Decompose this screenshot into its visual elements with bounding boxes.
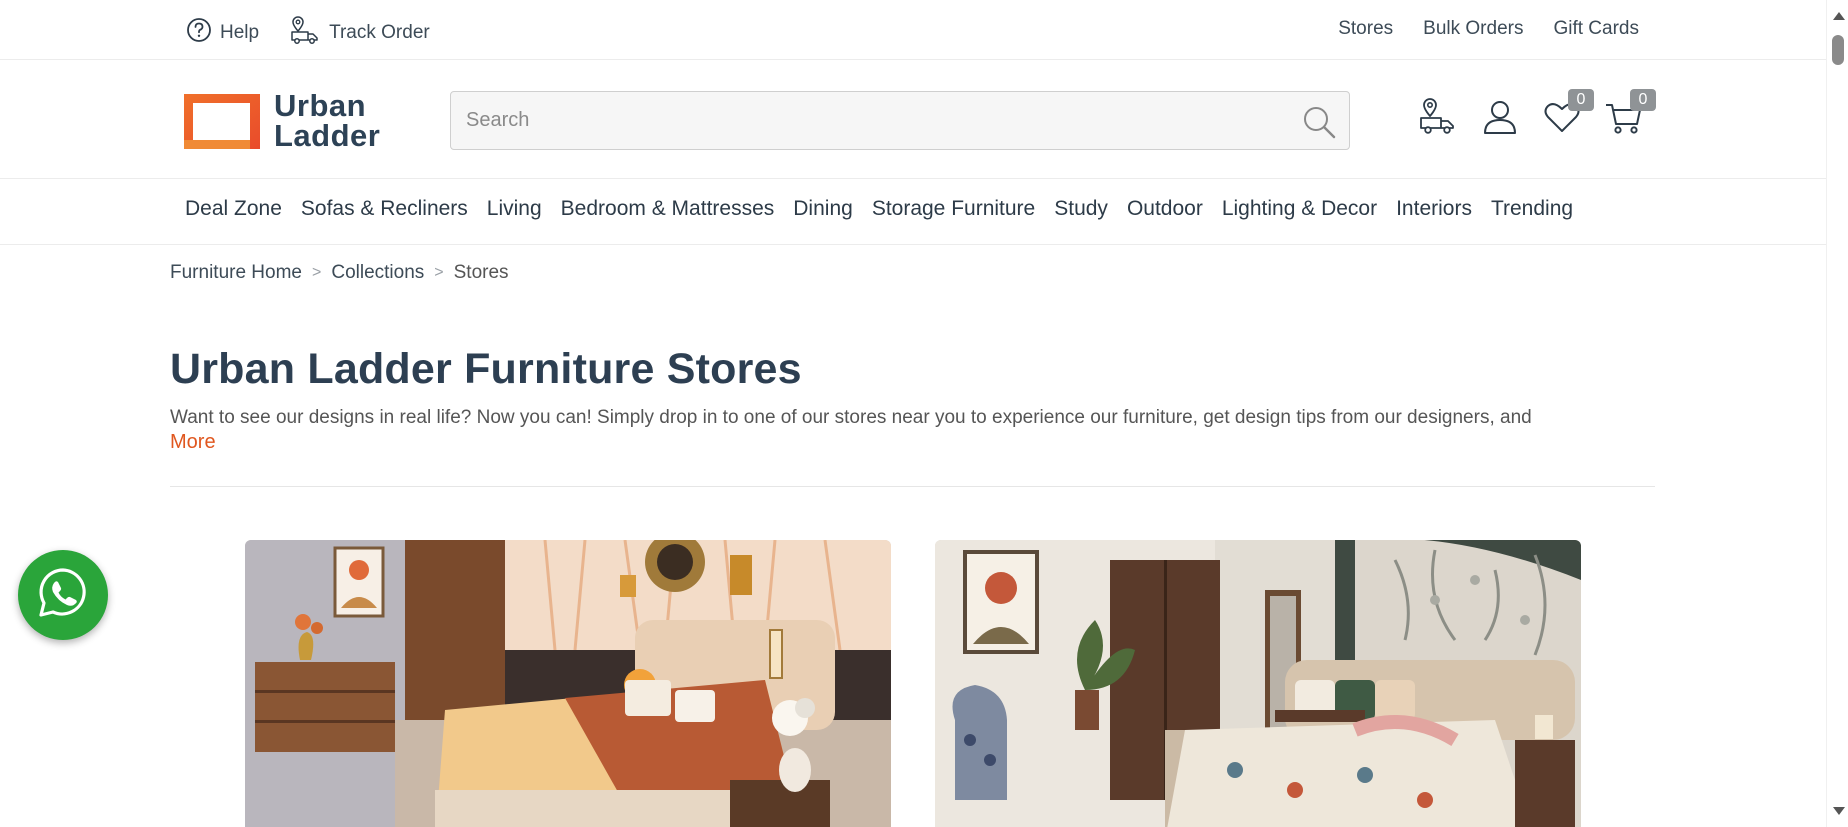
logo-text: Urban Ladder xyxy=(274,88,381,153)
cart-count-badge: 0 xyxy=(1630,89,1656,111)
utility-bar: Help Track Order Stores Bulk Orders Gift… xyxy=(0,0,1826,60)
scroll-down-arrow-icon[interactable] xyxy=(1833,807,1845,815)
nav-interiors[interactable]: Interiors xyxy=(1396,197,1472,221)
breadcrumb-collections[interactable]: Collections xyxy=(331,262,424,284)
bulk-orders-link[interactable]: Bulk Orders xyxy=(1423,18,1523,40)
nav-sofas-recliners[interactable]: Sofas & Recliners xyxy=(301,197,468,221)
gift-cards-link[interactable]: Gift Cards xyxy=(1553,18,1639,40)
whatsapp-button[interactable] xyxy=(18,550,108,640)
track-order-link[interactable]: Track Order xyxy=(289,14,430,52)
header-icons: 0 0 xyxy=(1418,89,1656,137)
utility-left: Help Track Order xyxy=(186,14,430,52)
more-link[interactable]: More xyxy=(170,431,216,454)
utility-right: Stores Bulk Orders Gift Cards xyxy=(1338,18,1639,40)
store-card-image[interactable] xyxy=(245,540,891,827)
track-order-label: Track Order xyxy=(329,22,430,43)
help-circle-icon xyxy=(186,17,212,49)
bedroom-showroom-image xyxy=(935,540,1581,827)
heart-icon[interactable]: 0 xyxy=(1542,89,1594,137)
search-input[interactable] xyxy=(466,92,1286,149)
nav-study[interactable]: Study xyxy=(1054,197,1108,221)
help-label: Help xyxy=(220,22,260,43)
nav-deal-zone[interactable]: Deal Zone xyxy=(185,197,282,221)
divider xyxy=(170,486,1655,487)
scroll-thumb[interactable] xyxy=(1832,35,1844,65)
page-description: Want to see our designs in real life? No… xyxy=(170,407,1532,428)
breadcrumb-separator: > xyxy=(434,264,444,281)
cart-icon[interactable]: 0 xyxy=(1604,89,1656,137)
scrollbar[interactable] xyxy=(1826,0,1848,827)
page-title: Urban Ladder Furniture Stores xyxy=(170,345,802,393)
page: Help Track Order Stores Bulk Orders Gift… xyxy=(0,0,1826,827)
logo[interactable]: Urban Ladder xyxy=(184,88,381,153)
bedroom-showroom-image xyxy=(245,540,891,827)
whatsapp-icon xyxy=(35,565,91,626)
nav-storage-furniture[interactable]: Storage Furniture xyxy=(872,197,1035,221)
logo-line-1: Urban xyxy=(274,88,367,123)
breadcrumb-current-stores: Stores xyxy=(453,262,509,283)
nav-living[interactable]: Living xyxy=(487,197,542,221)
store-card-image[interactable] xyxy=(935,540,1581,827)
wishlist-count-badge: 0 xyxy=(1568,89,1594,111)
category-list: Deal Zone Sofas & Recliners Living Bedro… xyxy=(185,197,1573,221)
search-icon[interactable] xyxy=(1301,104,1337,140)
breadcrumb-furniture-home[interactable]: Furniture Home xyxy=(170,262,302,284)
nav-dining[interactable]: Dining xyxy=(793,197,853,221)
logo-mark xyxy=(184,93,260,149)
delivery-truck-icon xyxy=(289,14,321,52)
breadcrumb: Furniture Home > Collections > Stores xyxy=(170,262,509,284)
store-locator-truck-icon[interactable] xyxy=(1418,97,1458,137)
breadcrumb-separator: > xyxy=(312,264,322,281)
category-nav: Deal Zone Sofas & Recliners Living Bedro… xyxy=(0,180,1826,245)
help-link[interactable]: Help xyxy=(186,17,259,49)
nav-bedroom-mattresses[interactable]: Bedroom & Mattresses xyxy=(561,197,775,221)
nav-outdoor[interactable]: Outdoor xyxy=(1127,197,1203,221)
search-bar xyxy=(450,91,1350,150)
nav-trending[interactable]: Trending xyxy=(1491,197,1573,221)
user-icon[interactable] xyxy=(1480,97,1520,137)
stores-link[interactable]: Stores xyxy=(1338,18,1393,40)
scroll-up-arrow-icon[interactable] xyxy=(1833,12,1845,20)
logo-line-2: Ladder xyxy=(274,118,381,153)
nav-lighting-decor[interactable]: Lighting & Decor xyxy=(1222,197,1377,221)
main-header: Urban Ladder Search 0 0 xyxy=(0,61,1826,179)
